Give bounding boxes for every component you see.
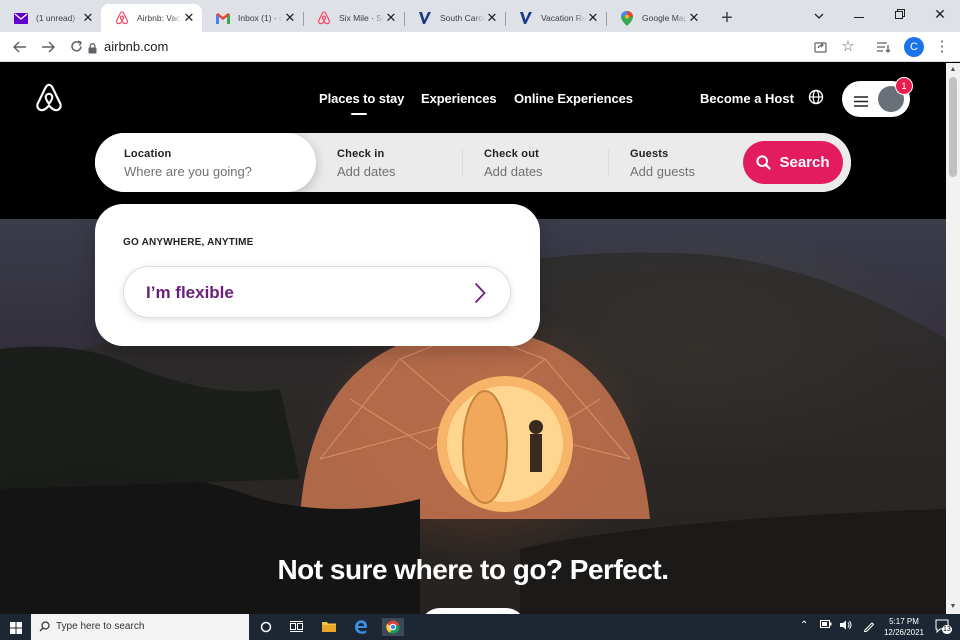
airbnb-icon <box>115 11 129 25</box>
close-icon[interactable]: ✕ <box>687 11 701 25</box>
gmail-icon <box>216 11 230 25</box>
close-icon[interactable]: ✕ <box>182 11 196 25</box>
tab-title: Airbnb: Vaca <box>137 13 182 23</box>
notification-badge: 1 <box>895 77 913 95</box>
page-scrollbar[interactable]: ▲ ▼ <box>946 63 960 614</box>
vrbo-icon <box>418 11 432 25</box>
divider <box>462 149 463 177</box>
hero-title: Not sure where to go? Perfect. <box>277 554 669 585</box>
taskbar-clock[interactable]: 5:17 PM 12/26/2021 <box>880 616 928 638</box>
guests-label: Guests <box>630 148 669 160</box>
location-dropdown: GO ANYWHERE, ANYTIME I’m flexible <box>95 204 540 346</box>
file-explorer-icon[interactable] <box>320 618 338 636</box>
guests-input[interactable]: Add guests <box>630 164 695 179</box>
lock-icon[interactable] <box>88 41 97 59</box>
browser-toolbar: airbnb.com ☆ C ⋮ <box>0 32 960 62</box>
nav-places-to-stay[interactable]: Places to stay <box>319 91 404 106</box>
tray-overflow-chevron-icon[interactable]: ⌃ <box>800 620 808 631</box>
tab-title: (1 unread) - <box>36 13 81 23</box>
tab-yahoo-mail[interactable]: (1 unread) - ✕ <box>0 4 101 32</box>
tab-vrbo-south-carolina[interactable]: South Caroli ✕ <box>404 4 505 32</box>
im-flexible-label: I’m flexible <box>146 283 234 302</box>
checkin-input[interactable]: Add dates <box>337 164 396 179</box>
hamburger-icon <box>854 94 868 112</box>
battery-icon[interactable] <box>820 620 832 631</box>
tab-title: Six Mile · Sta <box>339 13 384 23</box>
checkout-label: Check out <box>484 148 539 160</box>
address-bar[interactable]: airbnb.com <box>104 37 168 57</box>
windows-start-icon[interactable] <box>10 621 22 639</box>
location-input[interactable]: Where are you going? <box>124 164 252 179</box>
checkout-input[interactable]: Add dates <box>484 164 543 179</box>
airbnb-page: Places to stay Experiences Online Experi… <box>0 63 946 614</box>
tab-title: South Caroli <box>440 13 485 23</box>
guests-field[interactable]: Guests Add guests <box>630 133 740 192</box>
tab-title: Google Map <box>642 13 687 23</box>
minimize-button[interactable] <box>836 0 882 28</box>
reload-icon[interactable] <box>64 35 88 59</box>
google-maps-icon <box>620 10 634 26</box>
location-field[interactable]: Location Where are you going? <box>95 133 316 192</box>
tab-gmail[interactable]: Inbox (1) - c ✕ <box>202 4 303 32</box>
search-button-label: Search <box>779 154 830 171</box>
windows-taskbar: Type here to search ⌃ 5:17 PM 12/26/2021… <box>0 614 960 640</box>
vrbo-icon <box>519 11 533 25</box>
become-a-host-link[interactable]: Become a Host <box>700 91 794 106</box>
action-center-icon[interactable]: 13 <box>935 619 952 635</box>
scroll-thumb[interactable] <box>949 77 957 177</box>
close-icon[interactable]: ✕ <box>283 11 297 25</box>
airbnb-logo-icon[interactable] <box>34 83 64 118</box>
forward-icon[interactable] <box>36 35 60 59</box>
action-center-badge: 13 <box>942 625 952 634</box>
nav-online-experiences[interactable]: Online Experiences <box>514 91 633 106</box>
dropdown-heading: GO ANYWHERE, ANYTIME <box>123 237 254 248</box>
profile-avatar[interactable]: C <box>904 37 924 57</box>
kebab-menu-icon[interactable]: ⋮ <box>930 35 954 59</box>
globe-icon[interactable] <box>808 89 824 110</box>
checkout-field[interactable]: Check out Add dates <box>484 133 604 192</box>
yahoo-mail-icon <box>14 11 28 25</box>
tab-title: Vacation Re <box>541 13 586 23</box>
search-icon <box>39 621 50 632</box>
divider <box>608 149 609 177</box>
close-icon[interactable]: ✕ <box>81 11 95 25</box>
tab-google-maps[interactable]: Google Map ✕ <box>606 4 707 32</box>
tab-airbnb[interactable]: Airbnb: Vaca ✕ <box>101 4 202 32</box>
pen-icon[interactable] <box>863 620 875 635</box>
bookmark-star-icon[interactable]: ☆ <box>836 35 860 59</box>
edge-icon[interactable] <box>352 618 370 636</box>
clock-time: 5:17 PM <box>889 617 919 626</box>
back-icon[interactable] <box>8 35 32 59</box>
task-view-icon[interactable] <box>287 618 305 636</box>
close-icon[interactable]: ✕ <box>384 11 398 25</box>
chrome-taskbar-icon[interactable] <box>382 618 404 636</box>
close-window-button[interactable]: ✕ <box>917 0 960 28</box>
close-icon[interactable]: ✕ <box>586 11 600 25</box>
share-icon[interactable] <box>808 35 832 59</box>
taskbar-search-placeholder: Type here to search <box>56 621 145 632</box>
cortana-icon[interactable] <box>257 618 275 636</box>
checkin-label: Check in <box>337 148 385 160</box>
volume-icon[interactable] <box>840 620 852 633</box>
checkin-field[interactable]: Check in Add dates <box>337 133 457 192</box>
reading-list-icon[interactable] <box>872 35 896 59</box>
taskbar-search-box[interactable]: Type here to search <box>31 614 249 640</box>
im-flexible-button[interactable]: I’m flexible <box>123 266 511 318</box>
tab-title: Inbox (1) - c <box>238 13 283 23</box>
nav-experiences[interactable]: Experiences <box>421 91 497 106</box>
location-label: Location <box>124 148 172 160</box>
tab-airbnb-listing[interactable]: Six Mile · Sta ✕ <box>303 4 404 32</box>
close-icon[interactable]: ✕ <box>485 11 499 25</box>
tab-vrbo-vacation[interactable]: Vacation Re ✕ <box>505 4 606 32</box>
clock-date: 12/26/2021 <box>883 628 925 637</box>
active-nav-indicator <box>351 113 367 115</box>
airbnb-icon <box>317 11 331 25</box>
scroll-up-icon[interactable]: ▲ <box>946 64 960 76</box>
search-icon <box>756 155 772 170</box>
new-tab-button[interactable]: + <box>713 4 741 32</box>
scroll-down-icon[interactable]: ▼ <box>946 601 960 613</box>
search-bar: Location Where are you going? Check in A… <box>95 133 851 192</box>
chevron-right-icon <box>474 282 486 304</box>
search-button[interactable]: Search <box>743 141 843 184</box>
